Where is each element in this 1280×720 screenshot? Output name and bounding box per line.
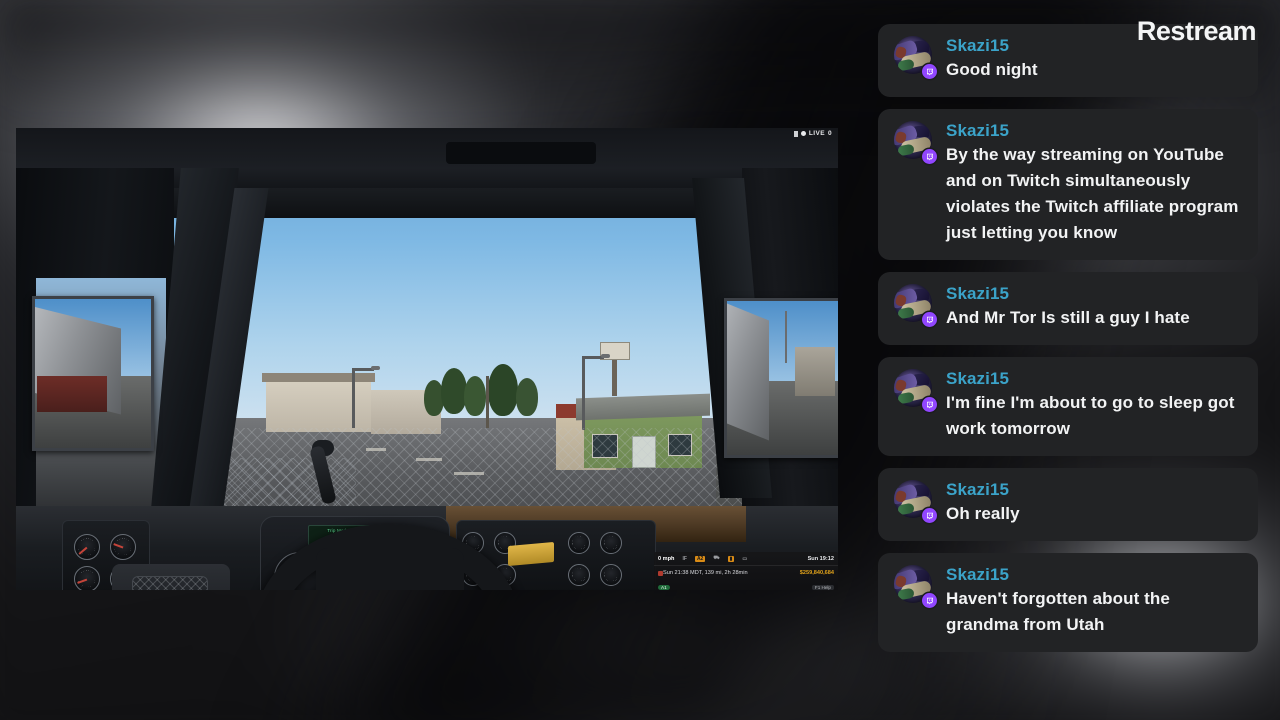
hud-money: $259,840,684 [799,570,834,576]
chat-username[interactable]: Skazi15 [946,480,1242,500]
game-stream-video[interactable]: Trip Mode : All1.0 miTrip Fuel0.0 gal RP… [16,128,838,590]
hud-gear: A2 [694,555,706,562]
hud-speed: 0 mph [658,555,675,562]
gauge [568,564,590,586]
chat-username[interactable]: Skazi15 [946,369,1242,389]
viewer-count: 0 [827,130,832,137]
chat-message[interactable]: Skazi15 Oh really [878,468,1258,541]
game-hud: 0 mph IF A2 ⛟ ▮ ▭ Sun 19:12 Sun 21:38 MD… [654,552,838,590]
chat-username[interactable]: Skazi15 [946,565,1242,585]
left-side-mirror [32,296,154,451]
chat-username[interactable]: Skazi15 [946,121,1242,141]
gauge [110,534,136,560]
steering-wheel-center [316,548,464,590]
live-dot-icon [800,131,806,136]
hud-clock: Sun 19:12 [807,555,834,562]
tree [516,378,538,416]
trailer-icon: ⛟ [713,555,720,561]
fuel-icon: ▮ [727,555,735,562]
chat-message[interactable]: Skazi15 And Mr Tor Is still a guy I hate [878,272,1258,345]
chat-text: By the way streaming on YouTube and on T… [946,145,1239,242]
hud-route: Sun 21:38 MDT, 139 mi, 2h 28min [663,570,748,576]
chat-text: Good night [946,60,1038,79]
chat-text: Haven't forgotten about the grandma from… [946,589,1170,634]
hud-status-row: 0 mph IF A2 ⛟ ▮ ▭ Sun 19:12 [654,552,838,566]
live-indicator: LIVE 0 [793,130,832,137]
chat-message[interactable]: Skazi15 I'm fine I'm about to go to slee… [878,357,1258,456]
gauge [568,532,590,554]
chat-text: I'm fine I'm about to go to sleep got wo… [946,393,1235,438]
mesh-cup-holder [132,576,208,590]
hud-job-badge: A1 [658,584,670,590]
chat-message-list[interactable]: Skazi15 Good night Skazi15 By the way st… [878,24,1258,720]
twitch-badge-icon [922,593,937,608]
hud-gear-prefix: IF [682,555,687,562]
twitch-badge-icon [922,64,937,79]
distant-building [262,373,375,432]
twitch-badge-icon [922,149,937,164]
live-label: LIVE [808,130,825,137]
restream-logo: Restream [1136,16,1257,46]
street-lamp [352,366,380,428]
dash-placard [508,541,554,567]
chat-text: Oh really [946,504,1020,523]
twitch-badge-icon [922,397,937,412]
hud-footer-row: A1 F1 Help [654,580,838,590]
stream-icon [793,130,798,137]
chat-message[interactable]: Skazi15 Haven't forgotten about the gran… [878,553,1258,652]
cruise-icon: ▭ [742,555,748,562]
street-lamp [582,354,610,430]
hud-help-key: F1 Help [811,584,834,590]
chat-username[interactable]: Skazi15 [946,284,1242,304]
gauge [74,534,100,560]
gauge [600,564,622,586]
gauge [600,532,622,554]
twitch-badge-icon [922,312,937,327]
chat-message[interactable]: Skazi15 By the way streaming on YouTube … [878,109,1258,260]
tree [441,368,467,414]
chat-text: And Mr Tor Is still a guy I hate [946,308,1190,327]
tree [464,376,486,416]
tree [488,364,518,416]
right-side-mirror [724,298,838,458]
utility-pole [486,376,489,428]
hud-route-row: Sun 21:38 MDT, 139 mi, 2h 28min $259,840… [654,566,838,580]
gauge [74,566,100,590]
twitch-badge-icon [922,508,937,523]
